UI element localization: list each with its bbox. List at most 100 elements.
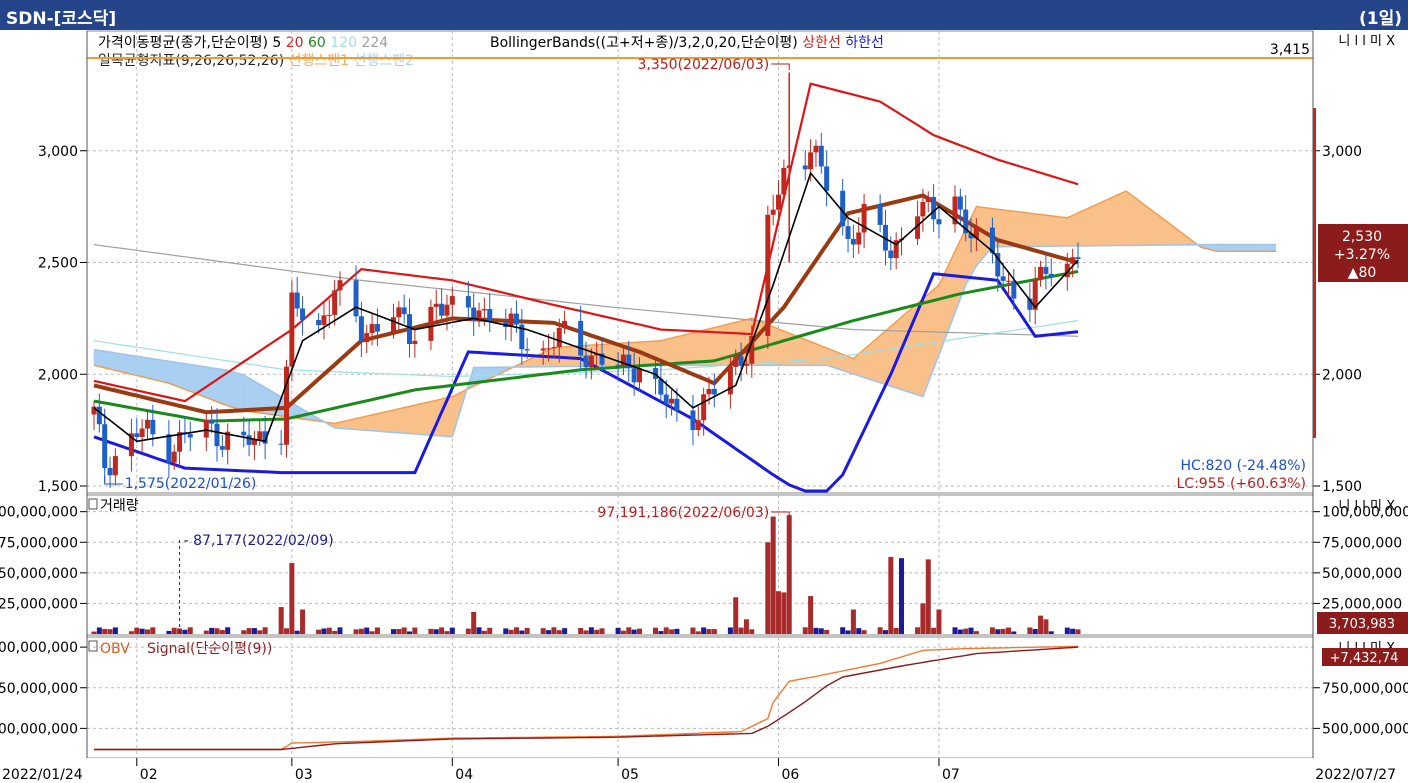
candle-body xyxy=(551,347,557,349)
volume-bar xyxy=(615,627,621,634)
volume-bar xyxy=(957,629,963,634)
candle-body xyxy=(578,320,584,356)
cloud-span1-segment xyxy=(698,329,704,366)
last-price-change: ▲80 xyxy=(1348,265,1377,281)
volume-bar xyxy=(390,629,396,634)
cloud-span1-segment xyxy=(1077,210,1084,247)
candle-body xyxy=(444,304,450,316)
price-panel-buttons[interactable]: 니 l l 미 X xyxy=(1338,34,1395,49)
bb-legend-title: BollingerBands((고+저+종)/3,2,0,20,단순이평) xyxy=(490,35,802,51)
volume-bar xyxy=(776,591,782,634)
candle-body xyxy=(412,340,418,345)
candle-body xyxy=(289,292,295,367)
volume-bar xyxy=(214,628,220,634)
volume-bar xyxy=(465,628,471,634)
volume-bar xyxy=(144,629,150,634)
obv-tick-label: 500,000,000 xyxy=(0,721,78,737)
chart-canvas[interactable]: 가격이동평균(종가,단순이평) 5 20 60 120 224 Bollinge… xyxy=(0,0,1408,783)
cloud-span2-segment xyxy=(1259,244,1266,252)
volume-bar xyxy=(481,630,487,634)
ma-legend-period: 5 xyxy=(272,35,285,51)
cloud-span1-segment xyxy=(1157,214,1164,246)
cloud-span2-segment xyxy=(1270,244,1277,252)
candle-body xyxy=(631,368,637,383)
cloud-span1-segment xyxy=(1013,210,1031,247)
volume-tick-label: 100,000,000 xyxy=(0,505,78,521)
volume-bar xyxy=(241,630,247,634)
price-right-tick-label: 3,000 xyxy=(1322,144,1362,160)
volume-bar xyxy=(449,627,455,634)
volume-bar xyxy=(96,627,102,634)
candle-body xyxy=(524,349,530,351)
hc-label: HC:820 (-24.48%) xyxy=(1180,458,1306,474)
volume-bar xyxy=(1070,628,1076,634)
candle-body xyxy=(776,194,782,210)
x-axis-strip xyxy=(0,758,1408,783)
cloud-span1-segment xyxy=(446,396,453,438)
cloud-span1-segment xyxy=(1147,206,1154,246)
high-annotation: 3,350(2022/06/03) xyxy=(638,57,770,73)
cloud-span2-segment xyxy=(99,350,105,369)
volume-bar xyxy=(583,630,589,634)
volume-bar xyxy=(321,628,327,634)
candle-body xyxy=(139,428,145,437)
candle-body xyxy=(1070,257,1076,264)
volume-bar xyxy=(663,627,669,634)
candle-body xyxy=(465,296,471,308)
volume-bar xyxy=(396,628,402,634)
cloud-span1-segment xyxy=(778,328,785,366)
cloud-span1-segment xyxy=(371,413,378,432)
span2-legend-label: 선행스팬2 xyxy=(354,53,414,69)
candle-body xyxy=(353,280,359,317)
candle-body xyxy=(1000,276,1006,281)
volume-tick-label: 25,000,000 xyxy=(0,596,78,612)
cloud-span1-segment xyxy=(1109,195,1116,246)
month-tick-label: 04 xyxy=(455,767,473,783)
candle-body xyxy=(187,434,193,438)
candle-body xyxy=(358,316,364,342)
candle-body xyxy=(674,398,680,411)
candle-body xyxy=(856,232,862,245)
price-tick-label: 2,500 xyxy=(38,256,78,272)
volume-bar xyxy=(540,628,546,634)
volume-bar xyxy=(278,607,284,634)
volume-bar xyxy=(166,630,172,634)
obv-tick-label: 1,000,000,000 xyxy=(0,640,78,656)
volume-bar xyxy=(107,629,113,634)
volume-bar xyxy=(433,629,439,634)
volume-bar xyxy=(203,630,209,634)
candle-body xyxy=(888,250,894,259)
volume-tick-label: 75,000,000 xyxy=(0,535,78,551)
volume-bar xyxy=(257,630,263,634)
candle-body xyxy=(690,410,696,430)
candle-body xyxy=(824,166,830,191)
cloud-span1-segment xyxy=(879,330,886,385)
candle-body xyxy=(877,203,883,225)
price-tick-label: 2,000 xyxy=(38,367,78,383)
last-price-badge: 2,530 +3.27% ▲80 xyxy=(1318,224,1408,282)
volume-bar xyxy=(102,628,108,634)
cloud-span1-segment xyxy=(1040,214,1047,247)
candle-body xyxy=(396,307,402,318)
volume-bar xyxy=(963,628,969,634)
volume-bar xyxy=(300,609,306,634)
bb-legend-lower: 하한선 xyxy=(845,35,884,51)
candle-body xyxy=(701,394,707,421)
volume-bar xyxy=(1011,631,1017,634)
volume-bar xyxy=(968,627,974,634)
candle-body xyxy=(765,214,771,336)
cloud-span1-segment xyxy=(821,345,827,366)
volume-bar xyxy=(733,597,739,634)
svg-text:가격이동평균(종가,단순이평) 5 20 60 120 22: 가격이동평균(종가,단순이평) 5 20 60 120 224 xyxy=(98,35,388,51)
candle-body xyxy=(219,446,225,450)
volume-bar xyxy=(353,629,359,634)
volume-bar xyxy=(1032,629,1038,634)
volume-bar xyxy=(936,609,942,634)
candle-body xyxy=(706,389,712,395)
volume-bar xyxy=(182,629,188,634)
volume-bar xyxy=(781,592,787,634)
volume-bar xyxy=(658,631,664,634)
volume-bar xyxy=(471,611,477,634)
candle-body xyxy=(636,368,642,383)
volume-bar xyxy=(91,631,97,634)
